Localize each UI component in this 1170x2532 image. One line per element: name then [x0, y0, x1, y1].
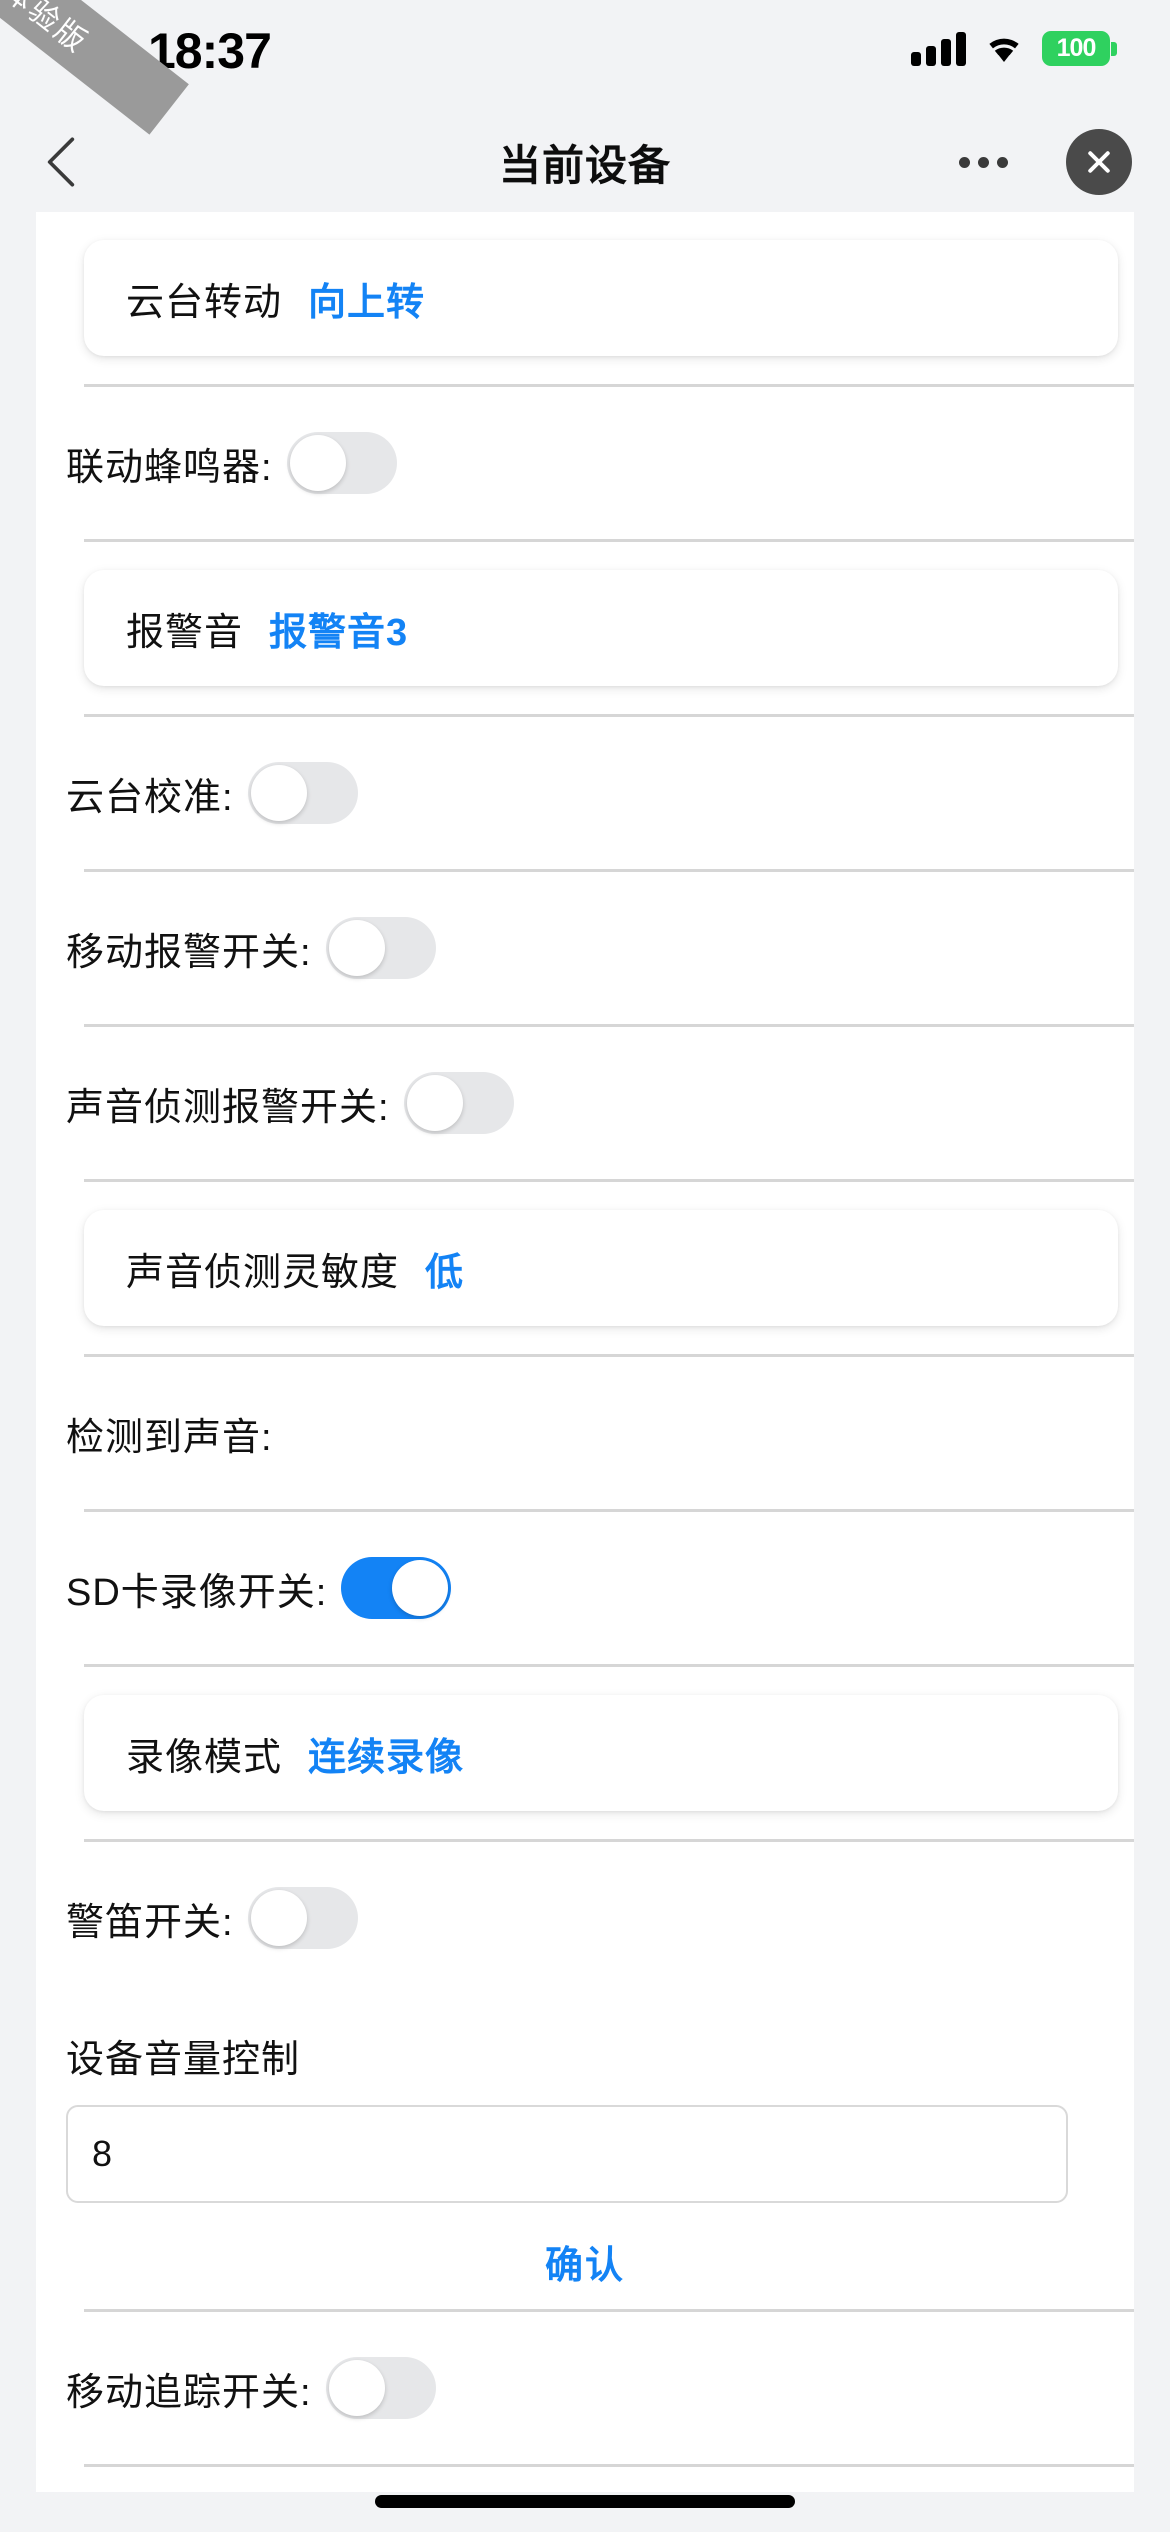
row-divider	[84, 2464, 1134, 2467]
setting-label: 移动追踪开关:	[66, 2371, 312, 2414]
setting-value[interactable]: 向上转	[304, 264, 430, 332]
setting-label: SD卡录像开关:	[66, 1571, 328, 1614]
setting-label: 检测到声音:	[66, 1416, 273, 1459]
motion-tracking-toggle[interactable]	[325, 2357, 436, 2419]
home-indicator	[375, 2495, 795, 2508]
toggle-knob	[250, 1890, 307, 1946]
setting-label: 云台转动	[126, 281, 283, 324]
setting-label: 移动报警开关:	[66, 931, 312, 974]
battery-indicator: 100	[1042, 30, 1117, 66]
phone-screen: 体验版 18:37 100 当前设备 云台转动 向上转 联动蜂鸣器: 报警音 报…	[0, 0, 1170, 2532]
setting-label: 录像模式	[126, 1736, 283, 1779]
setting-label: 声音侦测报警开关:	[66, 1086, 390, 1129]
signal-bars-icon	[911, 30, 966, 66]
status-bar: 18:37 100	[0, 0, 1170, 112]
setting-value[interactable]: 低	[421, 1234, 469, 1302]
device-volume-input[interactable]: 8	[66, 2105, 1068, 2203]
settings-rows-container: 云台转动 向上转联动蜂鸣器: 报警音 报警音3 云台校准: 移动报警开关: 声音侦测报警开关…	[36, 240, 1134, 1994]
toggle-knob	[250, 765, 307, 821]
setting-toggle[interactable]	[247, 762, 358, 824]
setting-card-row[interactable]: 录像模式 连续录像	[84, 1695, 1118, 1811]
toggle-knob	[406, 1075, 463, 1131]
setting-label: 警笛开关:	[66, 1901, 234, 1944]
navigation-bar: 当前设备	[0, 112, 1170, 212]
toggle-knob	[392, 1560, 449, 1616]
more-options-button[interactable]	[948, 112, 1018, 212]
setting-label: 云台校准:	[66, 776, 234, 819]
setting-toggle[interactable]	[403, 1072, 514, 1134]
setting-text-row: 检测到声音:	[36, 1357, 1134, 1509]
setting-label: 联动蜂鸣器:	[66, 446, 273, 489]
setting-toggle-row[interactable]: SD卡录像开关:	[36, 1512, 1134, 1664]
toggle-knob	[328, 2360, 385, 2416]
setting-value[interactable]: 连续录像	[304, 1719, 469, 1787]
setting-card-row[interactable]: 云台转动 向上转	[84, 240, 1118, 356]
chevron-left-icon	[47, 137, 75, 187]
setting-toggle[interactable]	[341, 1557, 452, 1619]
setting-label: 声音侦测灵敏度	[126, 1251, 400, 1294]
device-volume-label: 设备音量控制	[66, 2039, 301, 2081]
toggle-knob	[289, 435, 346, 491]
setting-row-motion-tracking[interactable]: 移动追踪开关:	[36, 2312, 1134, 2464]
toggle-knob	[328, 920, 385, 976]
setting-card-row[interactable]: 声音侦测灵敏度低	[84, 1210, 1118, 1326]
setting-toggle[interactable]	[325, 917, 436, 979]
setting-value[interactable]: 报警音3	[265, 594, 413, 662]
setting-toggle-row[interactable]: 警笛开关:	[36, 1842, 1134, 1994]
setting-card-row[interactable]: 报警音 报警音3	[84, 570, 1118, 686]
back-button[interactable]	[18, 112, 104, 212]
status-bar-time: 18:37	[148, 23, 272, 79]
setting-toggle-row[interactable]: 云台校准:	[36, 717, 1134, 869]
wifi-icon	[989, 38, 1019, 62]
status-bar-indicators: 100	[911, 30, 1117, 66]
device-volume-section: 设备音量控制 8	[36, 1994, 1134, 2213]
row-divider	[84, 1664, 1134, 1667]
setting-toggle[interactable]	[247, 1887, 358, 1949]
close-button[interactable]	[1066, 129, 1132, 195]
battery-percent-label: 100	[1056, 33, 1097, 62]
confirm-label: 确认	[544, 2244, 625, 2287]
setting-toggle-row[interactable]: 声音侦测报警开关:	[36, 1027, 1134, 1179]
more-dots-icon	[958, 156, 970, 168]
row-divider	[84, 539, 1134, 542]
setting-toggle-row[interactable]: 移动报警开关:	[36, 872, 1134, 1024]
settings-list[interactable]: 云台转动 向上转联动蜂鸣器: 报警音 报警音3 云台校准: 移动报警开关: 声音侦测报警开关…	[36, 212, 1134, 2492]
setting-toggle-row[interactable]: 联动蜂鸣器:	[36, 387, 1134, 539]
setting-toggle[interactable]	[286, 432, 397, 494]
close-x-icon	[1088, 151, 1110, 173]
row-divider	[84, 1179, 1134, 1182]
confirm-button[interactable]: 确认	[36, 2213, 1134, 2309]
setting-label: 报警音	[126, 611, 244, 654]
